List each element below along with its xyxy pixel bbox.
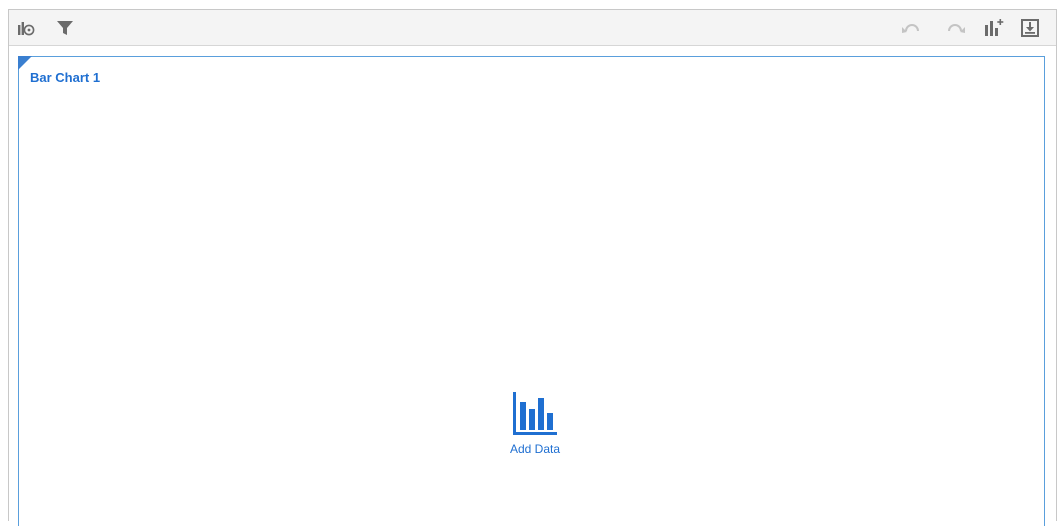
add-visualization-button[interactable]: [983, 18, 1005, 38]
add-data-label: Add Data: [509, 442, 561, 456]
visualization-frame: Bar Chart 1 Add Data: [8, 9, 1057, 526]
export-button[interactable]: [1019, 18, 1041, 38]
redo-icon: [946, 21, 966, 35]
undo-button[interactable]: [900, 18, 922, 38]
export-icon: [1021, 19, 1039, 37]
visualization-title: Bar Chart 1: [30, 70, 101, 85]
filter-button[interactable]: [54, 18, 76, 38]
undo-icon: [901, 21, 921, 35]
redo-button[interactable]: [945, 18, 967, 38]
selection-corner-marker: [18, 56, 32, 70]
chart-properties-icon: [17, 20, 35, 36]
add-data-button[interactable]: Add Data: [495, 392, 575, 456]
toolbar: [9, 10, 1056, 46]
chart-properties-button[interactable]: [15, 18, 37, 38]
add-visualization-icon: [984, 19, 1004, 37]
visualization-canvas[interactable]: Bar Chart 1 Add Data: [18, 56, 1045, 526]
filter-icon: [56, 20, 74, 36]
bar-chart-icon: [495, 392, 575, 436]
